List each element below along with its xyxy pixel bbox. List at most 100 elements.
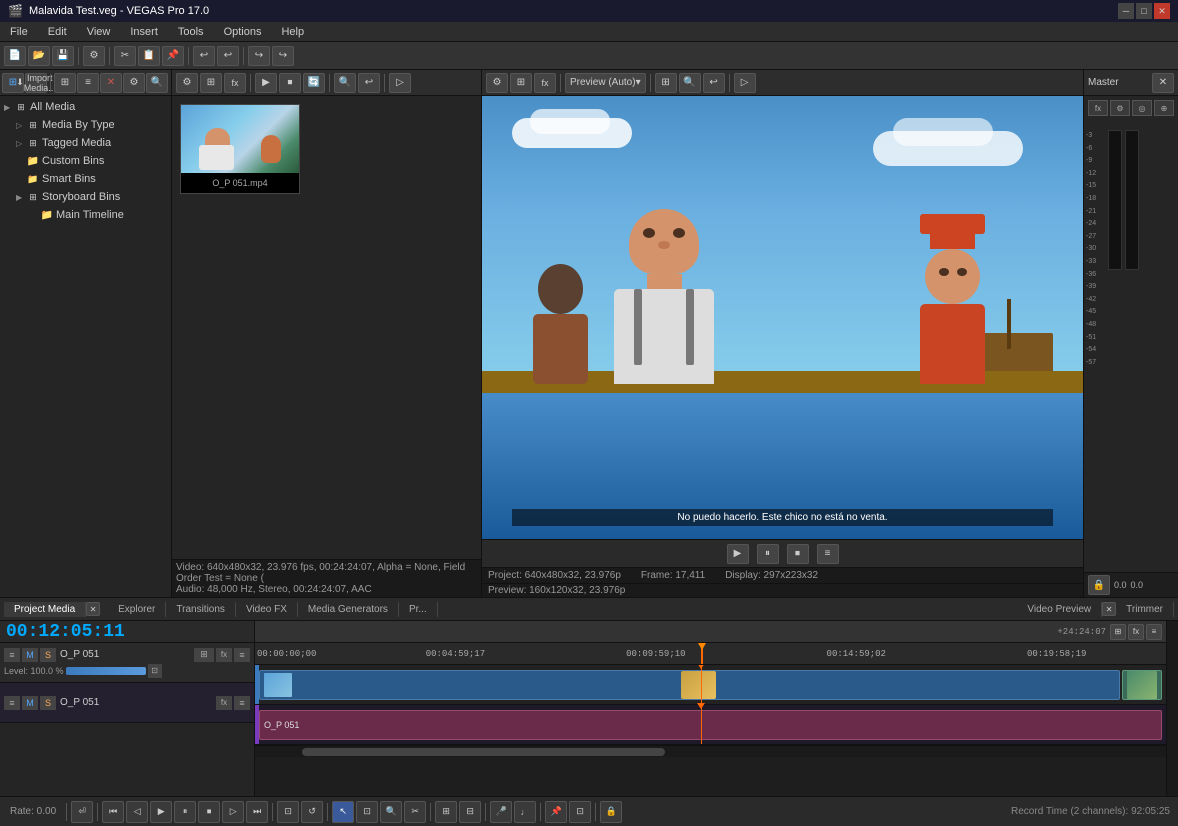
mb-fx[interactable]: fx <box>224 73 246 93</box>
bc-loop-region[interactable]: ⊡ <box>277 801 299 823</box>
bc-select[interactable]: ⊡ <box>356 801 378 823</box>
redo2-button[interactable]: ↪ <box>272 46 294 66</box>
video-clip-end[interactable] <box>1122 670 1162 700</box>
tl-more2[interactable]: ≡ <box>1146 624 1162 640</box>
preview-play[interactable]: ▶ <box>727 544 749 564</box>
close-button[interactable]: ✕ <box>1154 3 1170 19</box>
master-plug-btn[interactable]: ⊕ <box>1154 100 1174 116</box>
vp-more[interactable]: ▷ <box>734 73 756 93</box>
audio-track-menu[interactable]: ≡ <box>4 696 20 710</box>
tree-storyboard-bins[interactable]: ▶ ⊞ Storyboard Bins <box>2 188 169 206</box>
tab-video-fx[interactable]: Video FX <box>236 602 298 617</box>
tab-pm-close[interactable]: ✕ <box>86 602 100 616</box>
vp-grid[interactable]: ⊞ <box>655 73 677 93</box>
menu-help[interactable]: Help <box>275 24 310 40</box>
master-fx-btn[interactable]: fx <box>1088 100 1108 116</box>
tab-trimmer[interactable]: Trimmer <box>1116 602 1174 617</box>
bc-loop2[interactable]: ↺ <box>301 801 323 823</box>
master-io-btn[interactable]: ◎ <box>1132 100 1152 116</box>
tab-media-generators[interactable]: Media Generators <box>298 602 399 617</box>
video-clip-main[interactable] <box>259 670 1120 700</box>
save-button[interactable]: 💾 <box>52 46 74 66</box>
vp-autofit[interactable]: ⊞ <box>510 73 532 93</box>
pm-grid-view[interactable]: ⊞ <box>54 73 76 93</box>
tab-explorer[interactable]: Explorer <box>108 602 166 617</box>
track-solo[interactable]: S <box>40 648 56 662</box>
menu-view[interactable]: View <box>81 24 117 40</box>
track-envelope[interactable]: fx <box>216 648 232 662</box>
bc-mic[interactable]: 🎤 <box>490 801 512 823</box>
video-screen[interactable]: No puedo hacerlo. Este chico no está no … <box>482 96 1083 539</box>
mb-autofit[interactable]: ⊞ <box>200 73 222 93</box>
audio-solo[interactable]: S <box>40 696 56 710</box>
undo-button[interactable]: ↩ <box>193 46 215 66</box>
scrollbar-thumb[interactable] <box>302 748 665 756</box>
master-settings-btn[interactable]: ⚙ <box>1110 100 1130 116</box>
undo2-button[interactable]: ↩ <box>217 46 239 66</box>
bc-play[interactable]: ▶ <box>150 801 172 823</box>
master-close[interactable]: ✕ <box>1152 73 1174 93</box>
mb-more[interactable]: ▷ <box>389 73 411 93</box>
tab-pr[interactable]: Pr... <box>399 602 438 617</box>
bc-pause[interactable]: ⏸ <box>174 801 196 823</box>
tree-media-by-type[interactable]: ▷ ⊞ Media By Type <box>2 116 169 134</box>
tree-smart-bins[interactable]: 📁 Smart Bins <box>2 170 169 188</box>
maximize-button[interactable]: □ <box>1136 3 1152 19</box>
track-fx[interactable]: ⊞ <box>194 648 214 662</box>
tab-vp-close[interactable]: ✕ <box>1102 602 1116 616</box>
tree-all-media[interactable]: ▶ ⊞ All Media <box>2 98 169 116</box>
pm-delete[interactable]: ✕ <box>100 73 122 93</box>
menu-options[interactable]: Options <box>218 24 268 40</box>
settings-button[interactable]: ⚙ <box>83 46 105 66</box>
bc-stop[interactable]: ⏹ <box>198 801 220 823</box>
pm-list-view[interactable]: ≡ <box>77 73 99 93</box>
bc-rewind[interactable]: ⏮ <box>102 801 124 823</box>
track-mute[interactable]: M <box>22 648 38 662</box>
master-lock[interactable]: 🔒 <box>1088 575 1110 595</box>
track-menu[interactable]: ≡ <box>4 648 20 662</box>
menu-insert[interactable]: Insert <box>124 24 164 40</box>
preview-pause[interactable]: ⏸ <box>757 544 779 564</box>
paste-button[interactable]: 📌 <box>162 46 184 66</box>
preview-more[interactable]: ≡ <box>817 544 839 564</box>
tab-video-preview[interactable]: Video Preview <box>1017 602 1102 617</box>
bc-zoom-in[interactable]: 🔍 <box>380 801 402 823</box>
bc-snap[interactable]: ⊞ <box>435 801 457 823</box>
cut-button[interactable]: ✂ <box>114 46 136 66</box>
audio-mute[interactable]: M <box>22 696 38 710</box>
preview-stop[interactable]: ⏹ <box>787 544 809 564</box>
mb-loop[interactable]: 🔄 <box>303 73 325 93</box>
timeline-scrollbar[interactable] <box>255 745 1166 757</box>
mb-zoom-out[interactable]: ↩ <box>358 73 380 93</box>
bc-region[interactable]: ⊡ <box>569 801 591 823</box>
tl-fx[interactable]: fx <box>1128 624 1144 640</box>
bc-loop[interactable]: ⏎ <box>71 801 93 823</box>
bc-grid[interactable]: ⊟ <box>459 801 481 823</box>
tl-properties[interactable]: ⊞ <box>1110 624 1126 640</box>
track-level-bar[interactable] <box>66 667 146 675</box>
redo-button[interactable]: ↪ <box>248 46 270 66</box>
bc-marker[interactable]: 📌 <box>545 801 567 823</box>
new-button[interactable]: 📄 <box>4 46 26 66</box>
copy-button[interactable]: 📋 <box>138 46 160 66</box>
vp-mode-dropdown[interactable]: Preview (Auto) ▾ <box>565 73 646 93</box>
mb-settings[interactable]: ⚙ <box>176 73 198 93</box>
pm-search[interactable]: 🔍 <box>146 73 168 93</box>
audio-fx[interactable]: fx <box>216 696 232 710</box>
bc-step-back[interactable]: ◁ <box>126 801 148 823</box>
bc-fast-forward[interactable]: ⏭ <box>246 801 268 823</box>
timeline-vscrollbar[interactable] <box>1166 621 1178 796</box>
mb-stop[interactable]: ⏹ <box>279 73 301 93</box>
mb-play[interactable]: ▶ <box>255 73 277 93</box>
vp-zoom[interactable]: 🔍 <box>679 73 701 93</box>
vp-fx[interactable]: fx <box>534 73 556 93</box>
tab-transitions[interactable]: Transitions <box>166 602 236 617</box>
minimize-button[interactable]: ─ <box>1118 3 1134 19</box>
audio-more[interactable]: ≡ <box>234 696 250 710</box>
menu-tools[interactable]: Tools <box>172 24 210 40</box>
track-more[interactable]: ≡ <box>234 648 250 662</box>
mb-zoom-in[interactable]: 🔍 <box>334 73 356 93</box>
tab-project-media[interactable]: Project Media <box>4 602 86 617</box>
bc-lock[interactable]: 🔒 <box>600 801 622 823</box>
menu-edit[interactable]: Edit <box>42 24 73 40</box>
